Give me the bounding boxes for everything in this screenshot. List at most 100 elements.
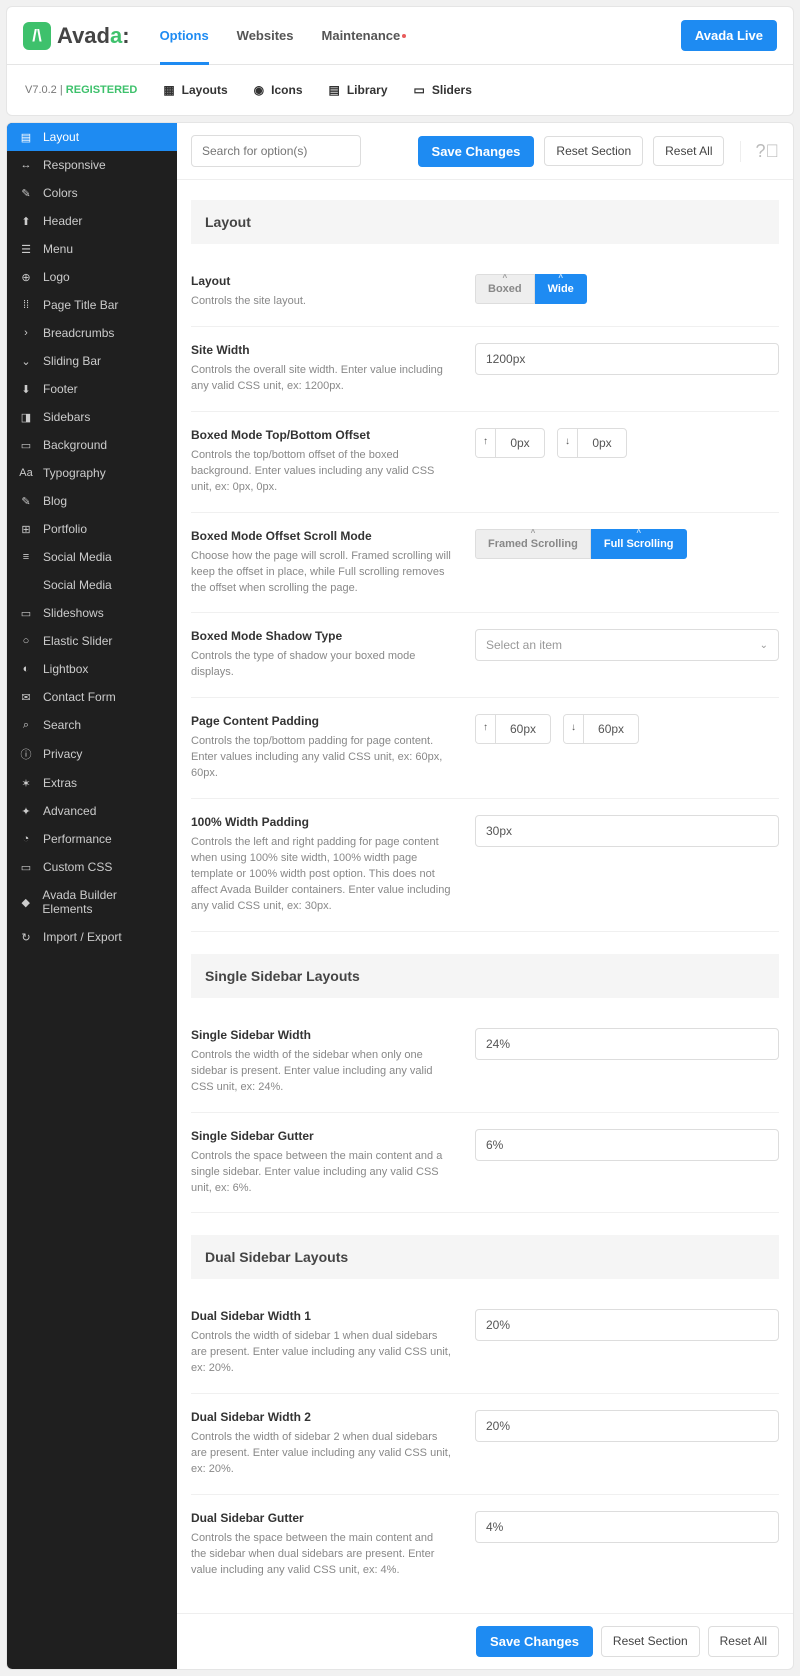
toggle-wide[interactable]: ^Wide [535,274,587,304]
input-ssw[interactable] [475,1028,779,1060]
top-bar-sub: V7.0.2 | REGISTERED ▦Layouts◉Icons▤Libra… [7,65,793,115]
sidebar-item-colors[interactable]: ✎Colors [7,179,177,207]
select-shadow[interactable]: Select an item⌄ [475,629,779,661]
sidebar-item-label: Social Media [43,578,112,592]
sidebar-icon: › [19,327,33,339]
library-icon: ▤ [329,83,340,97]
sidebar-item-label: Slideshows [43,606,104,620]
avada-live-button[interactable]: Avada Live [681,20,777,51]
sidebar-item-label: Elastic Slider [43,634,112,648]
sidebar-icon: ✎ [19,187,33,200]
main-tab-options[interactable]: Options [160,7,209,64]
input-dsw1[interactable] [475,1309,779,1341]
num-value[interactable]: 0px [496,429,544,457]
sidebar-icon: ✦ [19,805,33,818]
sidebar-item-search[interactable]: ⌕Search [7,711,177,739]
sidebar-item-blog[interactable]: ✎Blog [7,487,177,515]
sub-tab-sliders[interactable]: ▭Sliders [414,83,472,97]
sidebar-item-label: Avada Builder Elements [42,888,165,916]
sidebar-icon: ⊕ [19,271,33,284]
arrow-icon[interactable]: ↑ [476,429,496,457]
num-input-boxed_offset-v2[interactable]: ↓0px [557,428,627,458]
sidebar-item-lightbox[interactable]: ◐Lightbox [7,655,177,683]
icons-icon: ◉ [254,83,264,97]
toggle-framed-scrolling[interactable]: ^Framed Scrolling [475,529,591,559]
sidebar-item-menu[interactable]: ☰Menu [7,235,177,263]
arrow-icon[interactable]: ↑ [476,715,496,743]
sidebar-item-custom-css[interactable]: ▭Custom CSS [7,853,177,881]
num-input-content_pad-v1[interactable]: ↑60px [475,714,551,744]
sidebar-item-label: Sidebars [43,410,90,424]
sub-tab-library[interactable]: ▤Library [329,83,388,97]
setting-row-ssw: Single Sidebar WidthControls the width o… [191,1012,779,1113]
sidebar-icon: ◔ [19,833,33,845]
sidebar-item-background[interactable]: ▭Background [7,431,177,459]
num-value[interactable]: 0px [578,429,626,457]
setting-row-dsw2: Dual Sidebar Width 2Controls the width o… [191,1394,779,1495]
num-input-content_pad-v2[interactable]: ↓60px [563,714,639,744]
reset-all-button-bottom[interactable]: Reset All [708,1626,779,1657]
sidebar-item-contact-form[interactable]: ✉Contact Form [7,683,177,711]
save-button-top[interactable]: Save Changes [418,136,535,167]
sidebar-item-privacy[interactable]: ⓘPrivacy [7,739,177,769]
sidebar-item-social-media[interactable]: ≡Social Media [7,543,177,571]
sidebar-icon: ▭ [19,439,33,452]
sidebar-item-label: Sliding Bar [43,354,101,368]
input-ssg[interactable] [475,1129,779,1161]
input-dsw2[interactable] [475,1410,779,1442]
sidebar-item-elastic-slider[interactable]: ○Elastic Slider [7,627,177,655]
arrow-icon[interactable]: ↓ [558,429,578,457]
arrow-icon[interactable]: ↓ [564,715,584,743]
sidebar-item-label: Layout [43,130,79,144]
sidebar-item-advanced[interactable]: ✦Advanced [7,797,177,825]
sub-tab-layouts[interactable]: ▦Layouts [163,83,227,97]
sidebar-item-label: Typography [43,466,106,480]
setting-description: Controls the space between the main cont… [191,1149,451,1197]
reset-section-button-bottom[interactable]: Reset Section [601,1626,700,1657]
reset-all-button-top[interactable]: Reset All [653,136,724,166]
sidebar-item-footer[interactable]: ⬇Footer [7,375,177,403]
sidebar-item-extras[interactable]: ✶Extras [7,769,177,797]
save-button-bottom[interactable]: Save Changes [476,1626,593,1657]
sidebar-item-social-media[interactable]: Social Media [7,571,177,599]
sidebar-item-page-title-bar[interactable]: ⁞⁞Page Title Bar [7,291,177,319]
toggle-full-scrolling[interactable]: ^Full Scrolling [591,529,687,559]
sidebar-item-sidebars[interactable]: ◨Sidebars [7,403,177,431]
num-value[interactable]: 60px [496,715,550,743]
setting-title: 100% Width Padding [191,815,451,829]
toggle-boxed[interactable]: ^Boxed [475,274,535,304]
sub-tab-icons[interactable]: ◉Icons [254,83,303,97]
content-footer: Save Changes Reset Section Reset All [177,1613,793,1669]
help-icon[interactable]: ?⃝ [740,141,779,162]
sidebar-item-typography[interactable]: AaTypography [7,459,177,487]
input-full_pad[interactable] [475,815,779,847]
sidebar-item-header[interactable]: ⬆Header [7,207,177,235]
sidebar-item-portfolio[interactable]: ⊞Portfolio [7,515,177,543]
num-input-boxed_offset-v1[interactable]: ↑0px [475,428,545,458]
sidebar-icon: ▭ [19,861,33,874]
search-input[interactable] [191,135,361,167]
setting-row-dsw1: Dual Sidebar Width 1Controls the width o… [191,1293,779,1394]
sidebar-item-layout[interactable]: ▤Layout [7,123,177,151]
sidebar-item-avada-builder-elements[interactable]: ◆Avada Builder Elements [7,881,177,923]
sidebar-item-breadcrumbs[interactable]: ›Breadcrumbs [7,319,177,347]
sidebar-icon: ⊞ [19,523,33,536]
num-value[interactable]: 60px [584,715,638,743]
input-site_width[interactable] [475,343,779,375]
sidebar-item-logo[interactable]: ⊕Logo [7,263,177,291]
sidebar-item-responsive[interactable]: ↔Responsive [7,151,177,179]
sidebar-icon: ▭ [19,607,33,620]
sidebar-item-import-export[interactable]: ↻Import / Export [7,923,177,951]
sidebar-icon: ⓘ [19,746,33,762]
section-title: Layout [191,200,779,244]
sidebar-item-label: Menu [43,242,73,256]
main-tab-websites[interactable]: Websites [237,7,294,64]
sidebar-item-performance[interactable]: ◔Performance [7,825,177,853]
input-dsg[interactable] [475,1511,779,1543]
sidebar-item-sliding-bar[interactable]: ⌄Sliding Bar [7,347,177,375]
reset-section-button-top[interactable]: Reset Section [544,136,643,166]
setting-description: Controls the top/bottom offset of the bo… [191,448,451,496]
main-tab-maintenance[interactable]: Maintenance [322,7,407,64]
setting-description: Controls the left and right padding for … [191,835,451,915]
sidebar-item-slideshows[interactable]: ▭ Slideshows [7,599,177,627]
